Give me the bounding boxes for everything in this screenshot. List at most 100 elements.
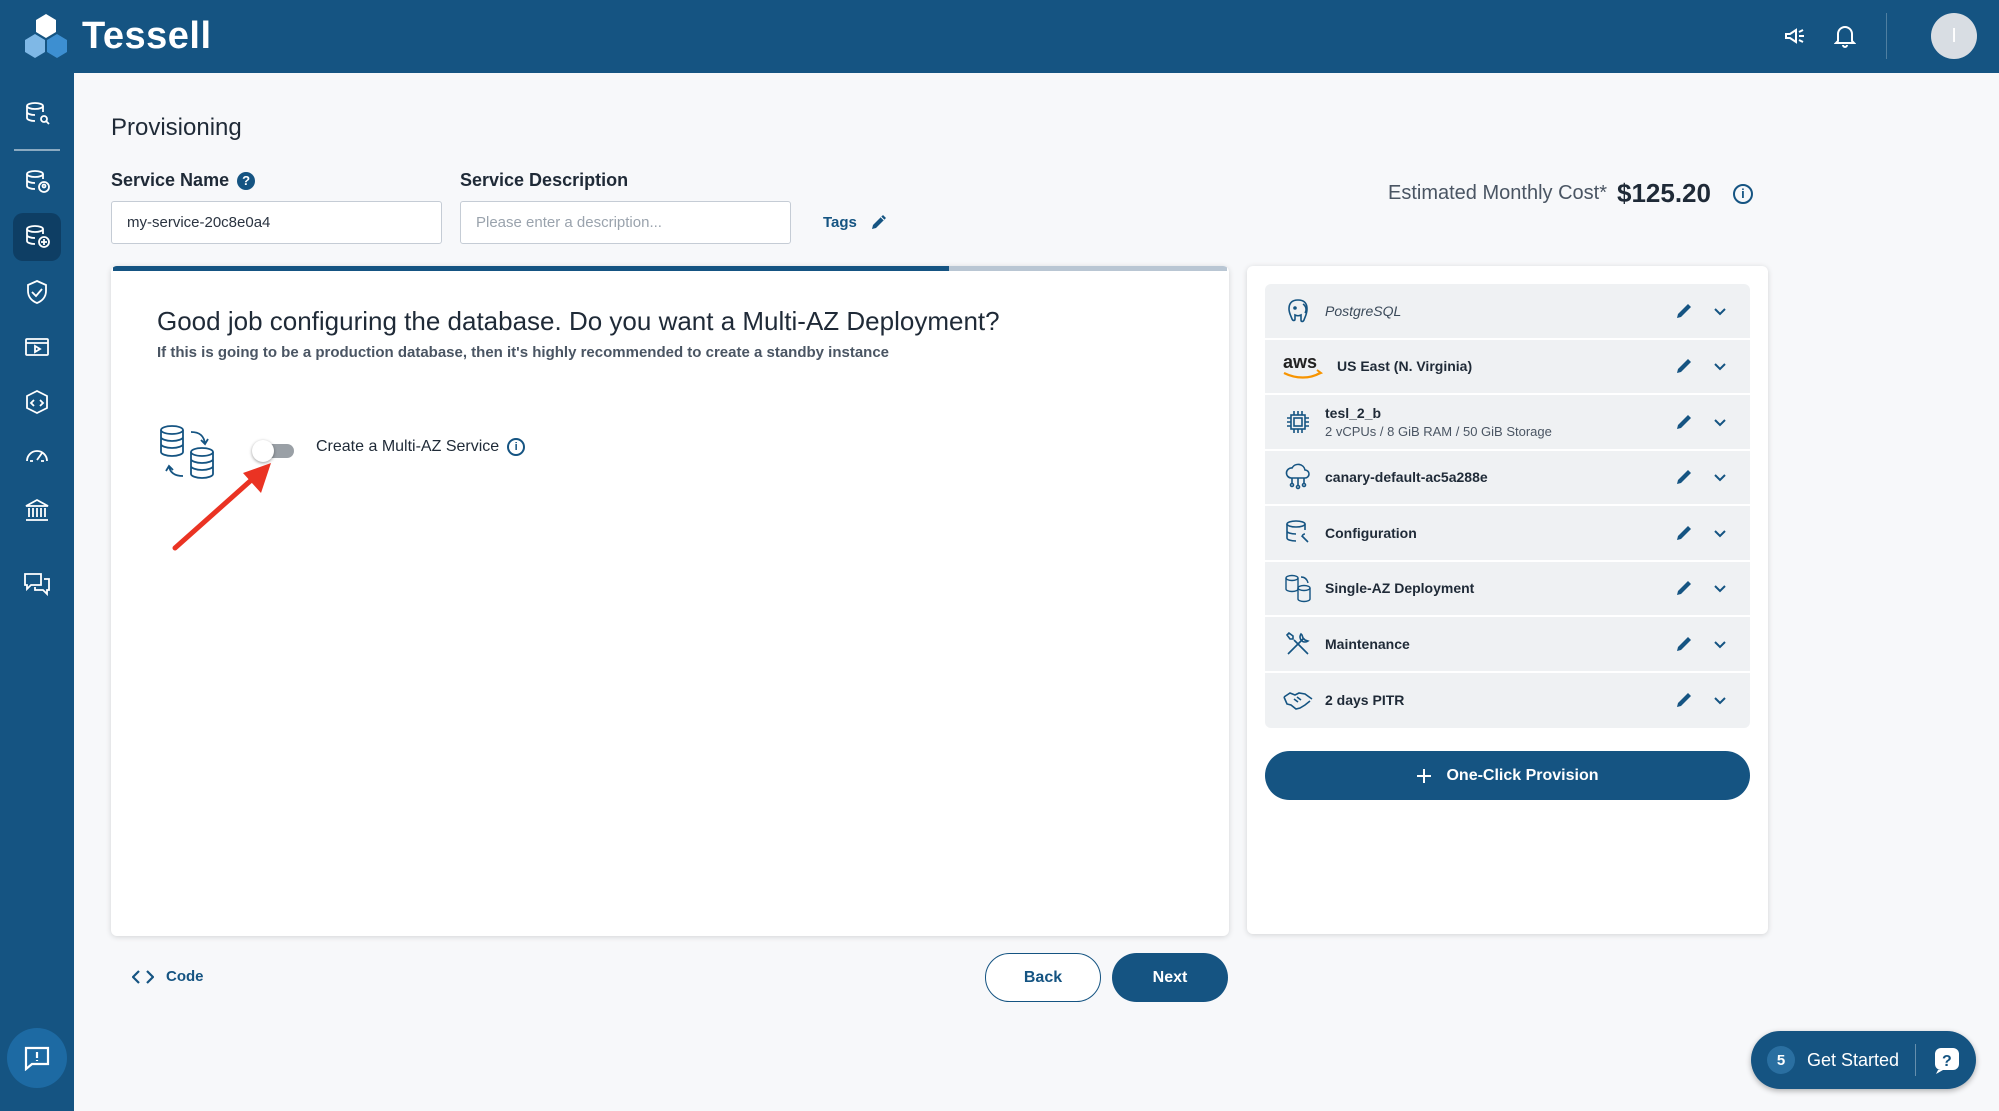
summary-item-label: Configuration <box>1325 524 1417 541</box>
chip-icon <box>1281 405 1315 439</box>
tools-icon <box>1281 627 1315 661</box>
wizard-progress-fill <box>113 266 949 271</box>
summary-item-label: tesl_2_b <box>1325 404 1382 421</box>
page-title: Provisioning <box>111 114 242 141</box>
summary-item-text: tesl_2_b 2 vCPUs / 8 GiB RAM / 50 GiB St… <box>1325 405 1552 439</box>
database-sync-icon <box>1281 571 1315 605</box>
help-chat-icon: ? <box>1935 1048 1960 1074</box>
summary-list: PostgreSQL aws US East (N. Virginia) tes… <box>1265 284 1750 728</box>
plus-icon <box>1417 768 1432 783</box>
top-bar: Tessell I <box>0 0 1999 73</box>
bank-icon[interactable] <box>13 486 61 534</box>
postgresql-icon <box>1281 294 1315 328</box>
get-started-label: Get Started <box>1807 1049 1900 1070</box>
summary-item-deployment[interactable]: Single-AZ Deployment <box>1265 562 1750 617</box>
summary-item-pitr[interactable]: 2 days PITR <box>1265 673 1750 729</box>
tags-link[interactable]: Tags <box>823 212 889 232</box>
tags-label: Tags <box>823 213 857 231</box>
summary-item-region[interactable]: aws US East (N. Virginia) <box>1265 340 1750 395</box>
summary-item-label: Maintenance <box>1325 635 1410 652</box>
summary-item-maintenance[interactable]: Maintenance <box>1265 617 1750 673</box>
code-box-icon[interactable] <box>13 378 61 426</box>
cloud-network-icon <box>1281 460 1315 494</box>
summary-item-label: canary-default-ac5a288e <box>1325 469 1488 486</box>
chevron-down-icon[interactable] <box>1712 414 1728 430</box>
pencil-icon[interactable] <box>1674 412 1694 432</box>
code-link[interactable]: Code <box>132 968 204 985</box>
avatar[interactable]: I <box>1931 13 1977 59</box>
summary-panel: PostgreSQL aws US East (N. Virginia) tes… <box>1247 266 1768 934</box>
service-description-label: Service Description <box>460 170 629 190</box>
step-subtitle: If this is going to be a production data… <box>157 344 890 361</box>
gauge-icon[interactable] <box>13 431 61 479</box>
summary-item-label: US East (N. Virginia) <box>1337 358 1473 375</box>
code-label: Code <box>166 968 204 985</box>
pencil-icon[interactable] <box>1674 356 1694 376</box>
handshake-icon <box>1281 683 1315 717</box>
estimated-cost: Estimated Monthly Cost* $125.20 i <box>1388 178 1753 209</box>
database-search-icon[interactable] <box>13 90 61 138</box>
chevron-down-icon[interactable] <box>1712 358 1728 374</box>
service-name-label-text: Service Name <box>111 170 230 190</box>
pencil-icon[interactable] <box>1674 523 1694 543</box>
chevron-down-icon[interactable] <box>1712 469 1728 485</box>
pencil-icon <box>871 215 886 229</box>
sidebar-separator <box>14 149 60 151</box>
database-user-icon[interactable] <box>13 158 61 206</box>
svg-text:?: ? <box>1942 1053 1952 1070</box>
aws-icon: aws <box>1281 349 1327 383</box>
help-icon[interactable]: ? <box>237 171 256 190</box>
cost-label: Estimated Monthly Cost* <box>1388 182 1607 204</box>
one-click-label: One-Click Provision <box>1446 766 1599 784</box>
chat-bubbles-icon[interactable] <box>13 560 61 608</box>
get-started-divider <box>1915 1044 1917 1076</box>
bell-icon[interactable] <box>1820 12 1870 60</box>
summary-item-label: Single-AZ Deployment <box>1325 580 1475 597</box>
database-add-icon[interactable] <box>13 213 61 261</box>
tessell-logo[interactable]: Tessell <box>22 12 212 60</box>
chevron-down-icon[interactable] <box>1712 580 1728 596</box>
info-icon[interactable]: i <box>507 438 526 456</box>
get-started-count: 5 <box>1767 1046 1795 1074</box>
video-player-icon[interactable] <box>13 323 61 371</box>
wizard-progress <box>113 266 1227 271</box>
summary-item-engine[interactable]: PostgreSQL <box>1265 284 1750 340</box>
step-title: Good job configuring the database. Do yo… <box>157 306 1000 336</box>
code-icon <box>132 969 154 984</box>
service-description-input[interactable] <box>460 201 791 244</box>
tessell-logo-icon <box>25 14 67 58</box>
one-click-provision-button[interactable]: One-Click Provision <box>1265 751 1750 800</box>
pencil-icon[interactable] <box>1674 634 1694 654</box>
summary-item-label: PostgreSQL <box>1325 302 1402 319</box>
chevron-down-icon[interactable] <box>1712 636 1728 652</box>
database-settings-icon <box>1281 516 1315 550</box>
pencil-icon[interactable] <box>1674 467 1694 487</box>
chevron-down-icon[interactable] <box>1712 692 1728 708</box>
summary-item-configuration[interactable]: Configuration <box>1265 506 1750 562</box>
next-button[interactable]: Next <box>1112 953 1228 1002</box>
chevron-down-icon[interactable] <box>1712 525 1728 541</box>
service-name-label: Service Name ? <box>111 170 256 191</box>
summary-item-label: 2 days PITR <box>1325 692 1405 709</box>
multi-az-step-card: Good job configuring the database. Do yo… <box>111 266 1229 936</box>
summary-item-compute[interactable]: tesl_2_b 2 vCPUs / 8 GiB RAM / 50 GiB St… <box>1265 395 1750 451</box>
get-started-button[interactable]: 5 Get Started ? <box>1751 1031 1976 1089</box>
pencil-icon[interactable] <box>1674 690 1694 710</box>
shield-check-icon[interactable] <box>13 268 61 316</box>
summary-item-network[interactable]: canary-default-ac5a288e <box>1265 451 1750 506</box>
pencil-icon[interactable] <box>1674 578 1694 598</box>
sidebar <box>0 73 74 1111</box>
annotation-arrow <box>172 463 271 551</box>
feedback-icon[interactable] <box>7 1028 67 1088</box>
svg-text:aws: aws <box>1283 352 1317 372</box>
info-icon[interactable]: i <box>1732 183 1753 204</box>
announcements-icon[interactable] <box>1770 12 1820 60</box>
multi-az-toggle-label: Create a Multi-AZ Service i <box>316 438 526 456</box>
pencil-icon[interactable] <box>1674 301 1694 321</box>
cost-value: $125.20 <box>1616 178 1711 208</box>
back-button[interactable]: Back <box>985 953 1101 1002</box>
summary-item-sub: 2 vCPUs / 8 GiB RAM / 50 GiB Storage <box>1325 423 1552 439</box>
header-divider <box>1886 13 1887 59</box>
chevron-down-icon[interactable] <box>1712 303 1728 319</box>
service-name-input[interactable] <box>111 201 442 244</box>
